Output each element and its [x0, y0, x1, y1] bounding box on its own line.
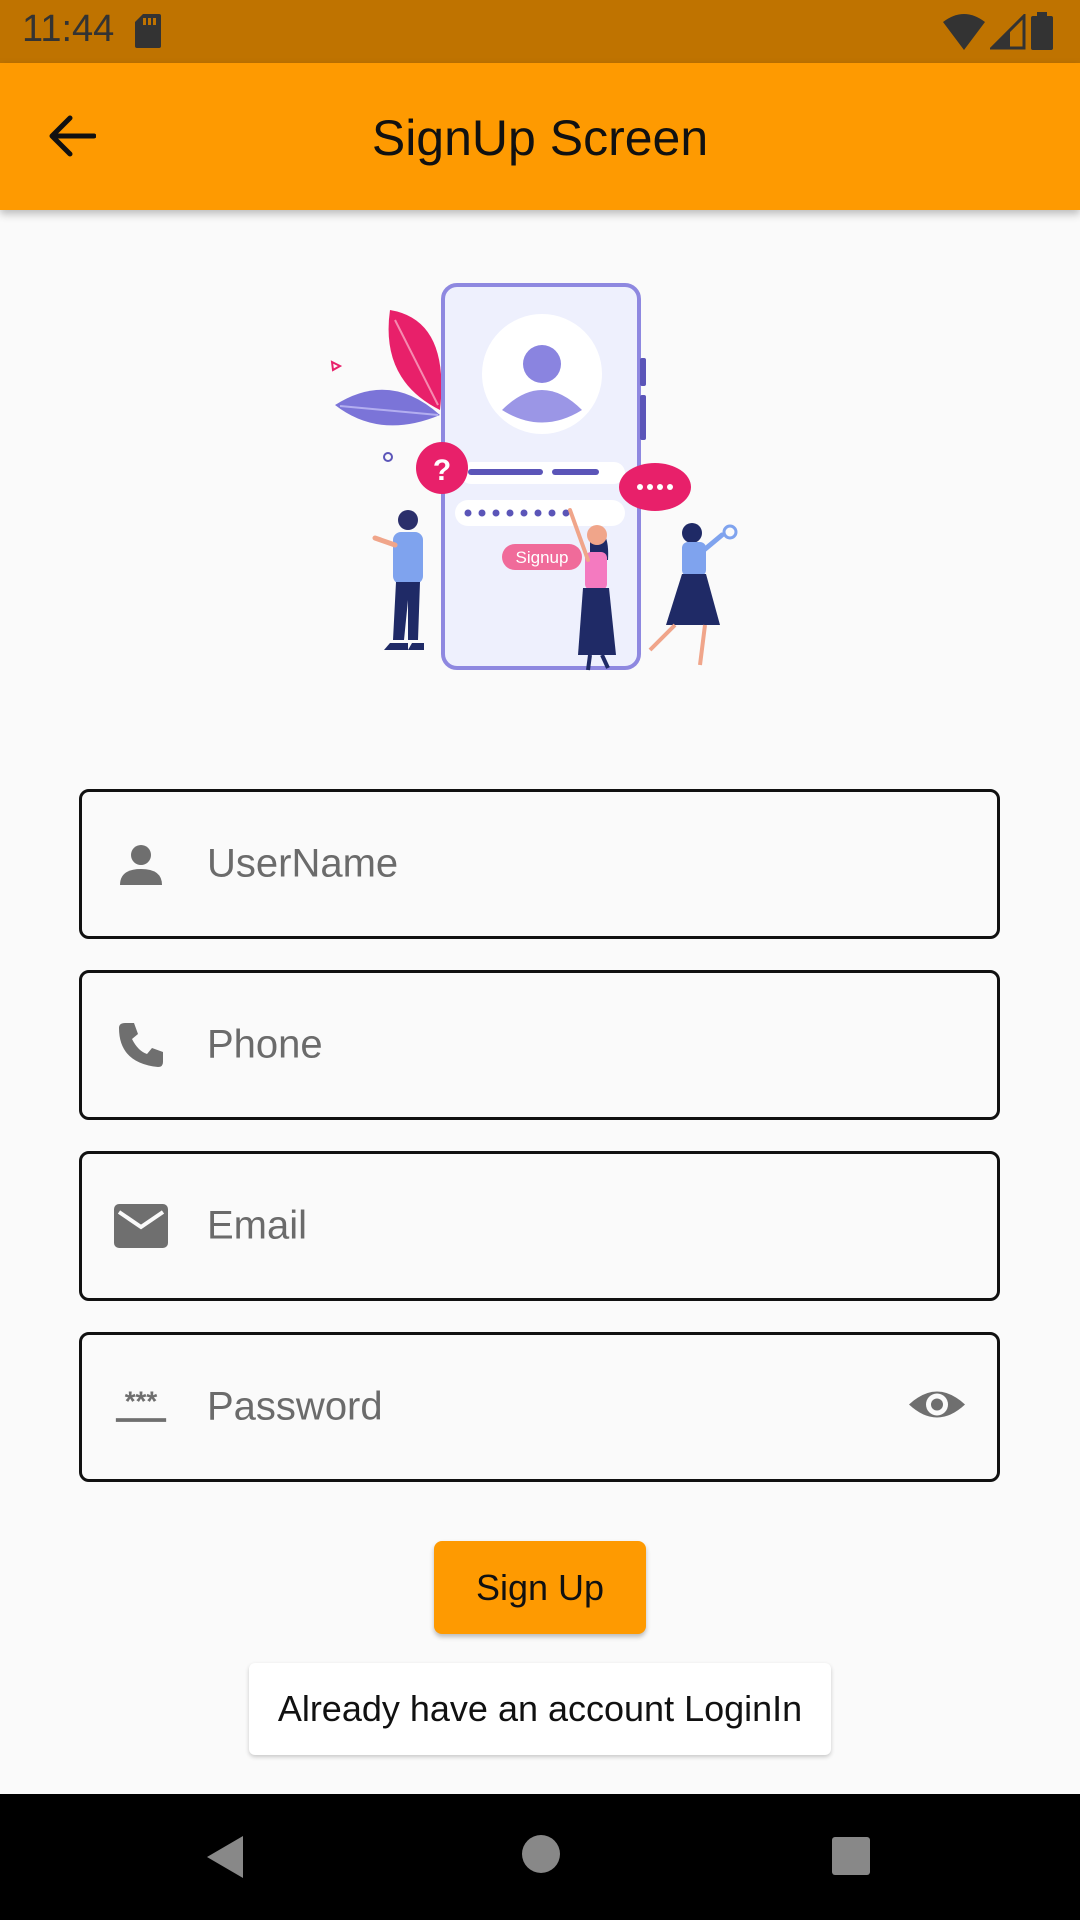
eye-icon[interactable]	[907, 1385, 967, 1430]
page-title: SignUp Screen	[371, 110, 709, 166]
username-placeholder: UserName	[207, 841, 399, 886]
navigation-bar	[0, 1794, 1080, 1920]
sd-card-icon	[135, 14, 161, 53]
nav-back-icon[interactable]	[205, 1834, 245, 1885]
status-right	[943, 12, 1054, 55]
email-icon	[114, 1199, 168, 1253]
login-link-button[interactable]: Already have an account LoginIn	[249, 1663, 831, 1755]
battery-icon	[1030, 12, 1054, 54]
username-field[interactable]: UserName	[79, 789, 1000, 939]
phone-icon	[114, 1018, 168, 1072]
status-time: 11:44	[22, 8, 115, 50]
person-icon	[114, 837, 168, 891]
wifi-icon	[943, 14, 989, 54]
nav-home-icon[interactable]	[521, 1834, 561, 1879]
email-field[interactable]: Email	[79, 1151, 1000, 1301]
phone-placeholder: Phone	[207, 1022, 323, 1067]
nav-recents-icon[interactable]	[831, 1836, 871, 1881]
app-bar: SignUp Screen	[0, 63, 1080, 210]
signal-icon	[987, 12, 1030, 54]
password-placeholder: Password	[207, 1384, 383, 1429]
svg-text:***: ***	[125, 1387, 158, 1417]
email-placeholder: Email	[207, 1203, 308, 1248]
password-icon: ***	[114, 1380, 168, 1434]
password-field[interactable]: *** Password	[79, 1332, 1000, 1482]
status-bar: 11:44	[0, 0, 1080, 63]
signup-button[interactable]: Sign Up	[434, 1541, 646, 1634]
svg-text:?: ?	[433, 454, 451, 487]
signup-illustration: Signup ?	[320, 270, 760, 695]
signup-badge-text: Signup	[516, 548, 569, 567]
phone-field[interactable]: Phone	[79, 970, 1000, 1120]
